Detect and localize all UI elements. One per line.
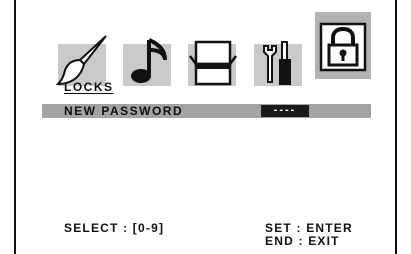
tab-channel[interactable]	[188, 40, 237, 86]
tv-box-icon	[189, 40, 237, 86]
music-note-icon	[131, 38, 167, 83]
password-field[interactable]: ----	[261, 105, 309, 117]
end-hint: END : EXIT	[265, 234, 340, 248]
set-end-hints: SET : ENTER END : EXIT	[265, 222, 353, 248]
new-password-row[interactable]: NEW PASSWORD ----	[42, 104, 371, 118]
tab-setup[interactable]	[254, 41, 302, 86]
select-hint: SELECT : [0-9]	[64, 221, 165, 235]
tab-locks[interactable]	[315, 12, 371, 79]
tools-icon	[263, 41, 291, 85]
row-label: NEW PASSWORD	[64, 104, 184, 118]
padlock-icon	[319, 22, 367, 72]
section-title: LOCKS	[64, 80, 114, 94]
menu-screen: LOCKS NEW PASSWORD ---- SELECT : [0-9] S…	[14, 0, 397, 254]
tab-sound[interactable]	[123, 38, 171, 86]
